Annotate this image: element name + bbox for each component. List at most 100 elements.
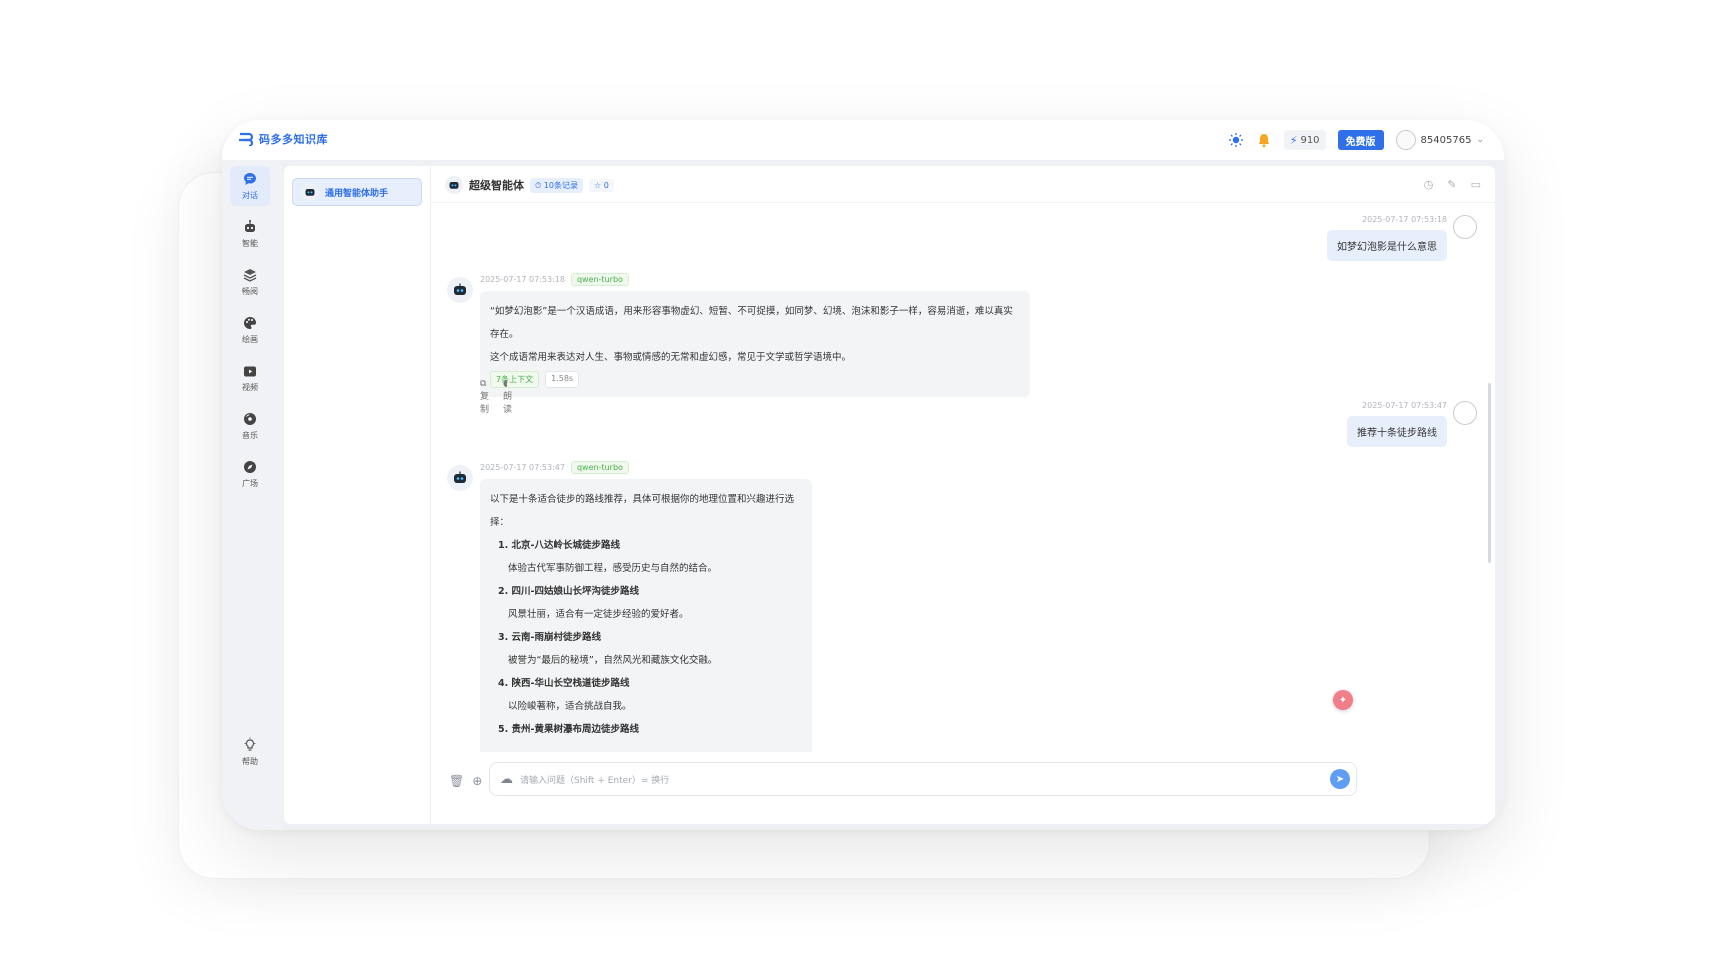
palette-icon [244, 317, 256, 329]
globe-icon[interactable]: ⊕ [472, 774, 482, 788]
chat-bubble-icon [244, 173, 256, 185]
floating-assistant-button[interactable]: ✦ [1333, 690, 1353, 710]
chat-title: 超级智能体 [469, 179, 524, 192]
copy-label: 复制 [480, 392, 490, 415]
duration-chip: 1.58s [545, 371, 580, 388]
message-input[interactable]: ☁ 请输入问题（Shift + Enter）= 换行 ➤ [489, 762, 1357, 796]
copy-button[interactable]: ⧉ 复制 [480, 379, 489, 415]
records-badge[interactable]: ⏱ 10条记录 [530, 177, 583, 193]
user-message: 2025-07-17 07:53:18 如梦幻泡影是什么意思 [1327, 215, 1447, 261]
route-desc: 风景壮丽，适合有一定徒步经验的爱好者。 [508, 609, 689, 620]
main-body: 对话 智能 畅阅 绘画 视频 音乐 广场 帮助 通用智能体助手 超级智能体 ⏱ … [222, 160, 1504, 830]
translate-icon: ✦ [1338, 694, 1348, 706]
sidebar-item-agents[interactable]: 智能 [230, 214, 270, 254]
answer-intro: 以下是十条适合徒步的路线推荐，具体可根据你的地理位置和兴趣进行选择： [490, 494, 795, 528]
favorites-count: 0 [603, 180, 609, 190]
user-avatar [1453, 401, 1477, 425]
agent-list-panel: 通用智能体助手 [284, 166, 431, 824]
sidebar-item-reading[interactable]: 畅阅 [230, 262, 270, 302]
paper-plane-icon: ➤ [1335, 773, 1345, 785]
answer-paragraph: “如梦幻泡影”是一个汉语成语，用来形容事物虚幻、短暂、不可捉摸，如同梦、幻境、泡… [490, 306, 1013, 340]
model-tag: qwen-turbo [570, 273, 629, 286]
message-time: 2025-07-17 07:53:47 [480, 463, 565, 472]
chat-header: 超级智能体 ⏱ 10条记录 ☆ 0 ◷ ✎ ▭ [431, 166, 1495, 203]
edit-icon[interactable]: ✎ [1447, 178, 1456, 191]
username: 85405765 [1420, 134, 1472, 146]
logo-icon [239, 132, 254, 146]
read-aloud-label: 朗读 [503, 392, 513, 415]
layers-icon [243, 269, 257, 282]
trash-icon[interactable]: 🗑 [449, 774, 464, 788]
cloud-upload-icon[interactable]: ☁ [500, 772, 513, 787]
sidebar-item-label: 绘画 [242, 335, 258, 344]
video-icon [244, 366, 256, 377]
sidebar-item-chat[interactable]: 对话 [230, 166, 270, 206]
user-message: 2025-07-17 07:53:47 推荐十条徒步路线 [1347, 401, 1447, 447]
sidebar-item-label: 帮助 [242, 757, 258, 766]
sidebar-item-label: 对话 [242, 191, 258, 200]
sidebar-item-plaza[interactable]: 广场 [230, 454, 270, 494]
agent-list-item[interactable]: 通用智能体助手 [292, 178, 422, 206]
robot-avatar-icon [301, 183, 319, 201]
sun-icon[interactable] [1228, 132, 1244, 148]
sidebar-item-label: 智能 [242, 239, 258, 248]
robot-avatar-icon [447, 465, 473, 491]
message-list: 2025-07-17 07:53:18 如梦幻泡影是什么意思 2025-07-1… [431, 203, 1495, 752]
copy-icon: ⧉ [480, 379, 487, 389]
message-time: 2025-07-17 07:53:18 [1362, 215, 1447, 224]
robot-icon [245, 220, 255, 232]
sidebar-item-label: 畅阅 [242, 287, 258, 296]
route-title: 2. 四川-四姑娘山长坪沟徒步路线 [498, 586, 639, 597]
route-desc: 被誉为“最后的秘境”，自然风光和藏族文化交融。 [508, 655, 718, 666]
route-title: 3. 云南-雨崩村徒步路线 [498, 632, 601, 643]
records-badge-label: 10条记录 [543, 180, 578, 190]
app-window: 码多多知识库 ⚡ 910 免费版 85405765 ⌄ 对话 智能 畅阅 绘画 … [222, 120, 1504, 830]
route-desc: 体验古代军事防御工程，感受历史与自然的结合。 [508, 563, 718, 574]
message-time: 2025-07-17 07:53:18 [480, 275, 565, 284]
sidebar-item-video[interactable]: 视频 [230, 358, 270, 398]
sidebar-item-label: 音乐 [242, 431, 258, 440]
chat-panel: 超级智能体 ⏱ 10条记录 ☆ 0 ◷ ✎ ▭ 2025-07-17 07:53… [431, 166, 1495, 824]
robot-avatar-icon [447, 277, 473, 303]
history-icon[interactable]: ◷ [1424, 178, 1434, 191]
speaker-icon: ◖ [503, 379, 508, 389]
sidebar-item-music[interactable]: 音乐 [230, 406, 270, 446]
lightbulb-icon [244, 737, 256, 751]
scrollbar[interactable] [1488, 383, 1491, 563]
app-logo[interactable]: 码多多知识库 [238, 131, 328, 147]
top-bar: 码多多知识库 ⚡ 910 免费版 85405765 ⌄ [222, 120, 1504, 160]
chevron-down-icon: ⌄ [1476, 135, 1484, 145]
user-bubble: 推荐十条徒步路线 [1347, 416, 1447, 447]
compass-icon [244, 461, 256, 473]
sidebar-item-help[interactable]: 帮助 [230, 732, 270, 772]
sidebar: 对话 智能 畅阅 绘画 视频 音乐 广场 帮助 [222, 160, 282, 830]
input-placeholder: 请输入问题（Shift + Enter）= 换行 [520, 776, 670, 786]
route-title: 5. 贵州-黄果树瀑布周边徒步路线 [498, 724, 639, 735]
avatar [1395, 130, 1416, 150]
route-desc: 以险峻著称，适合挑战自我。 [508, 701, 632, 712]
answer-paragraph: 这个成语常用来表达对人生、事物或情感的无常和虚幻感，常见于文学或哲学语境中。 [490, 352, 852, 363]
route-title: 1. 北京-八达岭长城徒步路线 [498, 540, 620, 551]
send-button[interactable]: ➤ [1330, 769, 1350, 789]
favorites-badge[interactable]: ☆ 0 [588, 178, 614, 192]
user-bubble: 如梦幻泡影是什么意思 [1327, 230, 1447, 261]
bolt-icon: ⚡ [1289, 133, 1298, 147]
points-value: 910 [1300, 134, 1320, 146]
user-menu[interactable]: 85405765 ⌄ [1395, 130, 1484, 150]
agent-name: 通用智能体助手 [325, 188, 389, 199]
model-tag: qwen-turbo [570, 461, 629, 474]
bot-bubble: 以下是十条适合徒步的路线推荐，具体可根据你的地理位置和兴趣进行选择： 1. 北京… [480, 479, 812, 752]
plan-button[interactable]: 免费版 [1337, 130, 1384, 150]
user-avatar [1453, 215, 1477, 239]
composer: 🗑 ⊕ ☁ 请输入问题（Shift + Enter）= 换行 ➤ [431, 752, 1495, 824]
sidebar-item-label: 视频 [242, 383, 258, 392]
comment-icon[interactable]: ▭ [1471, 178, 1481, 191]
bot-bubble: “如梦幻泡影”是一个汉语成语，用来形容事物虚幻、短暂、不可捉摸，如同梦、幻境、泡… [480, 291, 1030, 397]
bell-icon[interactable] [1256, 132, 1272, 148]
route-title: 4. 陕西-华山长空栈道徒步路线 [498, 678, 630, 689]
read-aloud-button[interactable]: ◖ 朗读 [503, 379, 512, 415]
sidebar-item-painting[interactable]: 绘画 [230, 310, 270, 350]
music-disc-icon [244, 413, 256, 425]
message-time: 2025-07-17 07:53:47 [1362, 401, 1447, 410]
points-badge[interactable]: ⚡ 910 [1283, 130, 1326, 150]
